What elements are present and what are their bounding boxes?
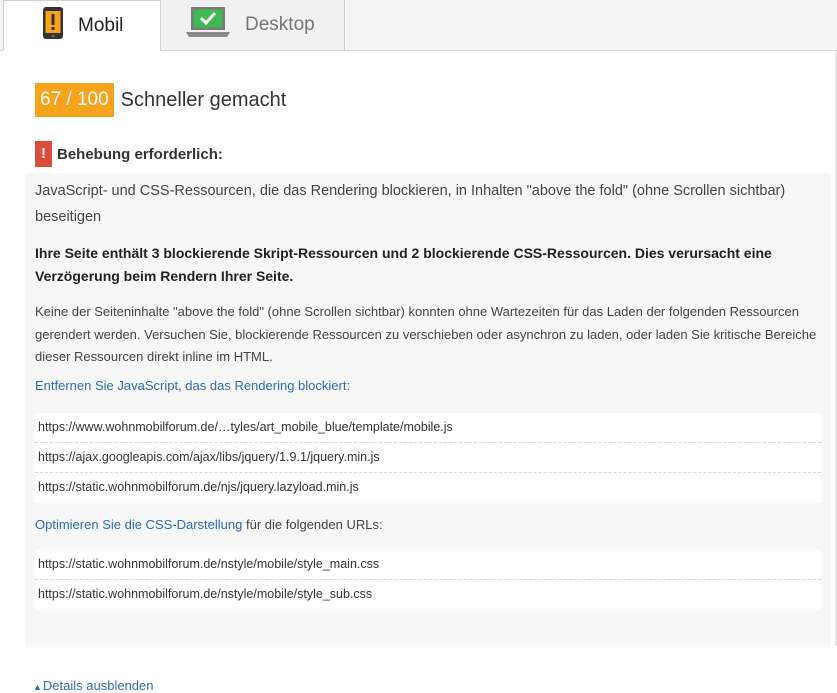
score-label: Schneller gemacht	[120, 88, 287, 111]
rule-title[interactable]: JavaScript- und CSS-Ressourcen, die das …	[35, 178, 795, 230]
list-item: https://www.wohnmobilforum.de/…tyles/art…	[35, 413, 821, 443]
score-row: 67 / 100 Schneller gemacht	[35, 83, 286, 117]
remove-render-blocking-js-link[interactable]: Entfernen Sie JavaScript, das das Render…	[35, 378, 350, 393]
list-item: https://static.wohnmobilforum.de/nstyle/…	[35, 550, 821, 580]
list-item: https://ajax.googleapis.com/ajax/libs/jq…	[35, 443, 821, 473]
rule-details-panel: JavaScript- und CSS-Ressourcen, die das …	[25, 173, 831, 693]
js-section-heading: Entfernen Sie JavaScript, das das Render…	[35, 378, 350, 393]
exclamation-icon: !	[35, 141, 52, 167]
tab-mobile-label: Mobil	[78, 14, 124, 36]
triangle-up-icon: ▲	[33, 682, 42, 692]
js-url-list: https://www.wohnmobilforum.de/…tyles/art…	[35, 413, 821, 503]
optimize-css-delivery-link[interactable]: Optimieren Sie die CSS-Darstellung	[35, 517, 242, 532]
score-badge: 67 / 100	[35, 83, 114, 117]
tab-desktop[interactable]: Desktop	[161, 0, 345, 50]
tab-mobile[interactable]: Mobil	[3, 0, 161, 51]
laptop-check-icon	[185, 6, 231, 44]
css-url-list: https://static.wohnmobilforum.de/nstyle/…	[35, 550, 821, 610]
css-section-heading: Optimieren Sie die CSS-Darstellung für d…	[35, 517, 383, 532]
rule-summary: Ihre Seite enthält 3 blockierende Skript…	[35, 245, 772, 284]
list-item: https://static.wohnmobilforum.de/nstyle/…	[38, 587, 373, 601]
results-panel: 67 / 100 Schneller gemacht ! Behebung er…	[0, 51, 837, 693]
rule-description: Keine der Seiteninhalte "above the fold"…	[35, 304, 817, 364]
css-section-suffix: für die folgenden URLs:	[242, 517, 383, 532]
tab-desktop-label: Desktop	[245, 14, 315, 35]
phone-warning-icon	[42, 6, 64, 46]
fix-required-header: ! Behebung erforderlich:	[35, 141, 223, 167]
hide-details-label: Details ausblenden	[42, 678, 154, 693]
list-item: https://static.wohnmobilforum.de/njs/jqu…	[38, 480, 359, 494]
device-tab-bar: Mobil Desktop	[0, 0, 837, 51]
fix-required-title: Behebung erforderlich:	[57, 145, 223, 163]
hide-details-toggle[interactable]: ▲Details ausblenden	[33, 678, 154, 693]
